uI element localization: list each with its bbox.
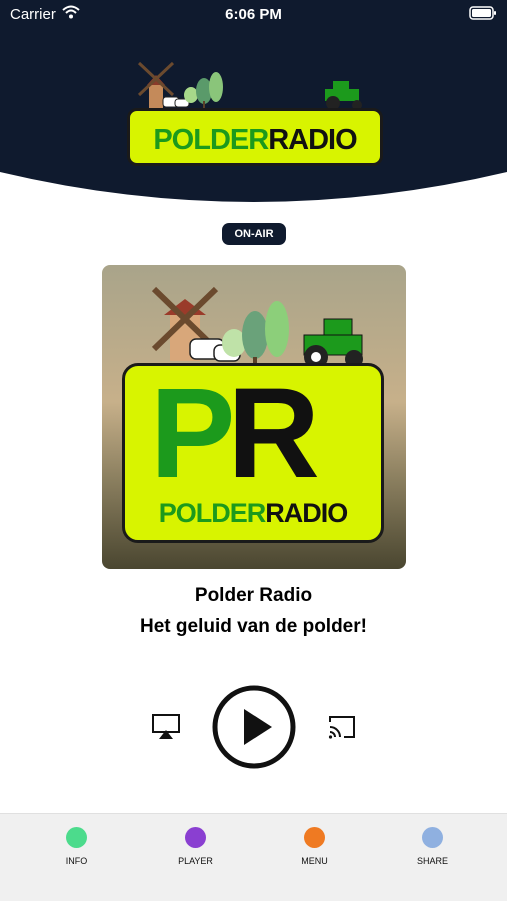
tab-label: SHARE — [416, 856, 448, 866]
on-air-badge: ON-AIR — [222, 223, 286, 245]
play-icon — [212, 685, 296, 769]
station-artwork: PR POLDERRADIO — [102, 265, 406, 569]
menu-icon — [304, 827, 325, 848]
artwork-monogram: PR — [150, 362, 320, 505]
tab-label: INFO — [65, 856, 88, 866]
tab-menu[interactable]: MENU — [251, 814, 378, 901]
info-icon — [66, 827, 87, 848]
logo-plate: POLDERRADIO — [127, 108, 383, 166]
artwork-logo-plate: PR POLDERRADIO — [122, 363, 384, 543]
header-logo: POLDERRADIO — [127, 55, 383, 170]
tab-share[interactable]: SHARE — [369, 814, 496, 901]
app-header: Carrier 6:06 PM POLDERRADIO — [0, 0, 507, 205]
share-icon — [422, 827, 443, 848]
player-icon — [185, 827, 206, 848]
farm-scene-icon — [137, 61, 362, 110]
play-button[interactable] — [212, 685, 296, 769]
tab-label: PLAYER — [178, 856, 213, 866]
tab-label: MENU — [301, 856, 328, 866]
battery-icon — [469, 6, 497, 24]
airplay-icon[interactable] — [150, 712, 182, 742]
station-tagline: Het geluid van de polder! — [140, 616, 367, 637]
station-name: Polder Radio — [194, 585, 313, 606]
tab-info[interactable]: INFO — [13, 814, 140, 901]
tab-bar: INFO PLAYER MENU SHARE — [0, 813, 507, 901]
tab-player[interactable]: PLAYER — [132, 814, 259, 901]
logo-wordmark: POLDERRADIO — [153, 124, 357, 156]
status-bar: Carrier 6:06 PM — [0, 0, 507, 28]
status-time: 6:06 PM — [225, 6, 282, 23]
artwork-wordmark: POLDERRADIO — [158, 498, 349, 528]
cast-icon[interactable] — [326, 712, 358, 742]
